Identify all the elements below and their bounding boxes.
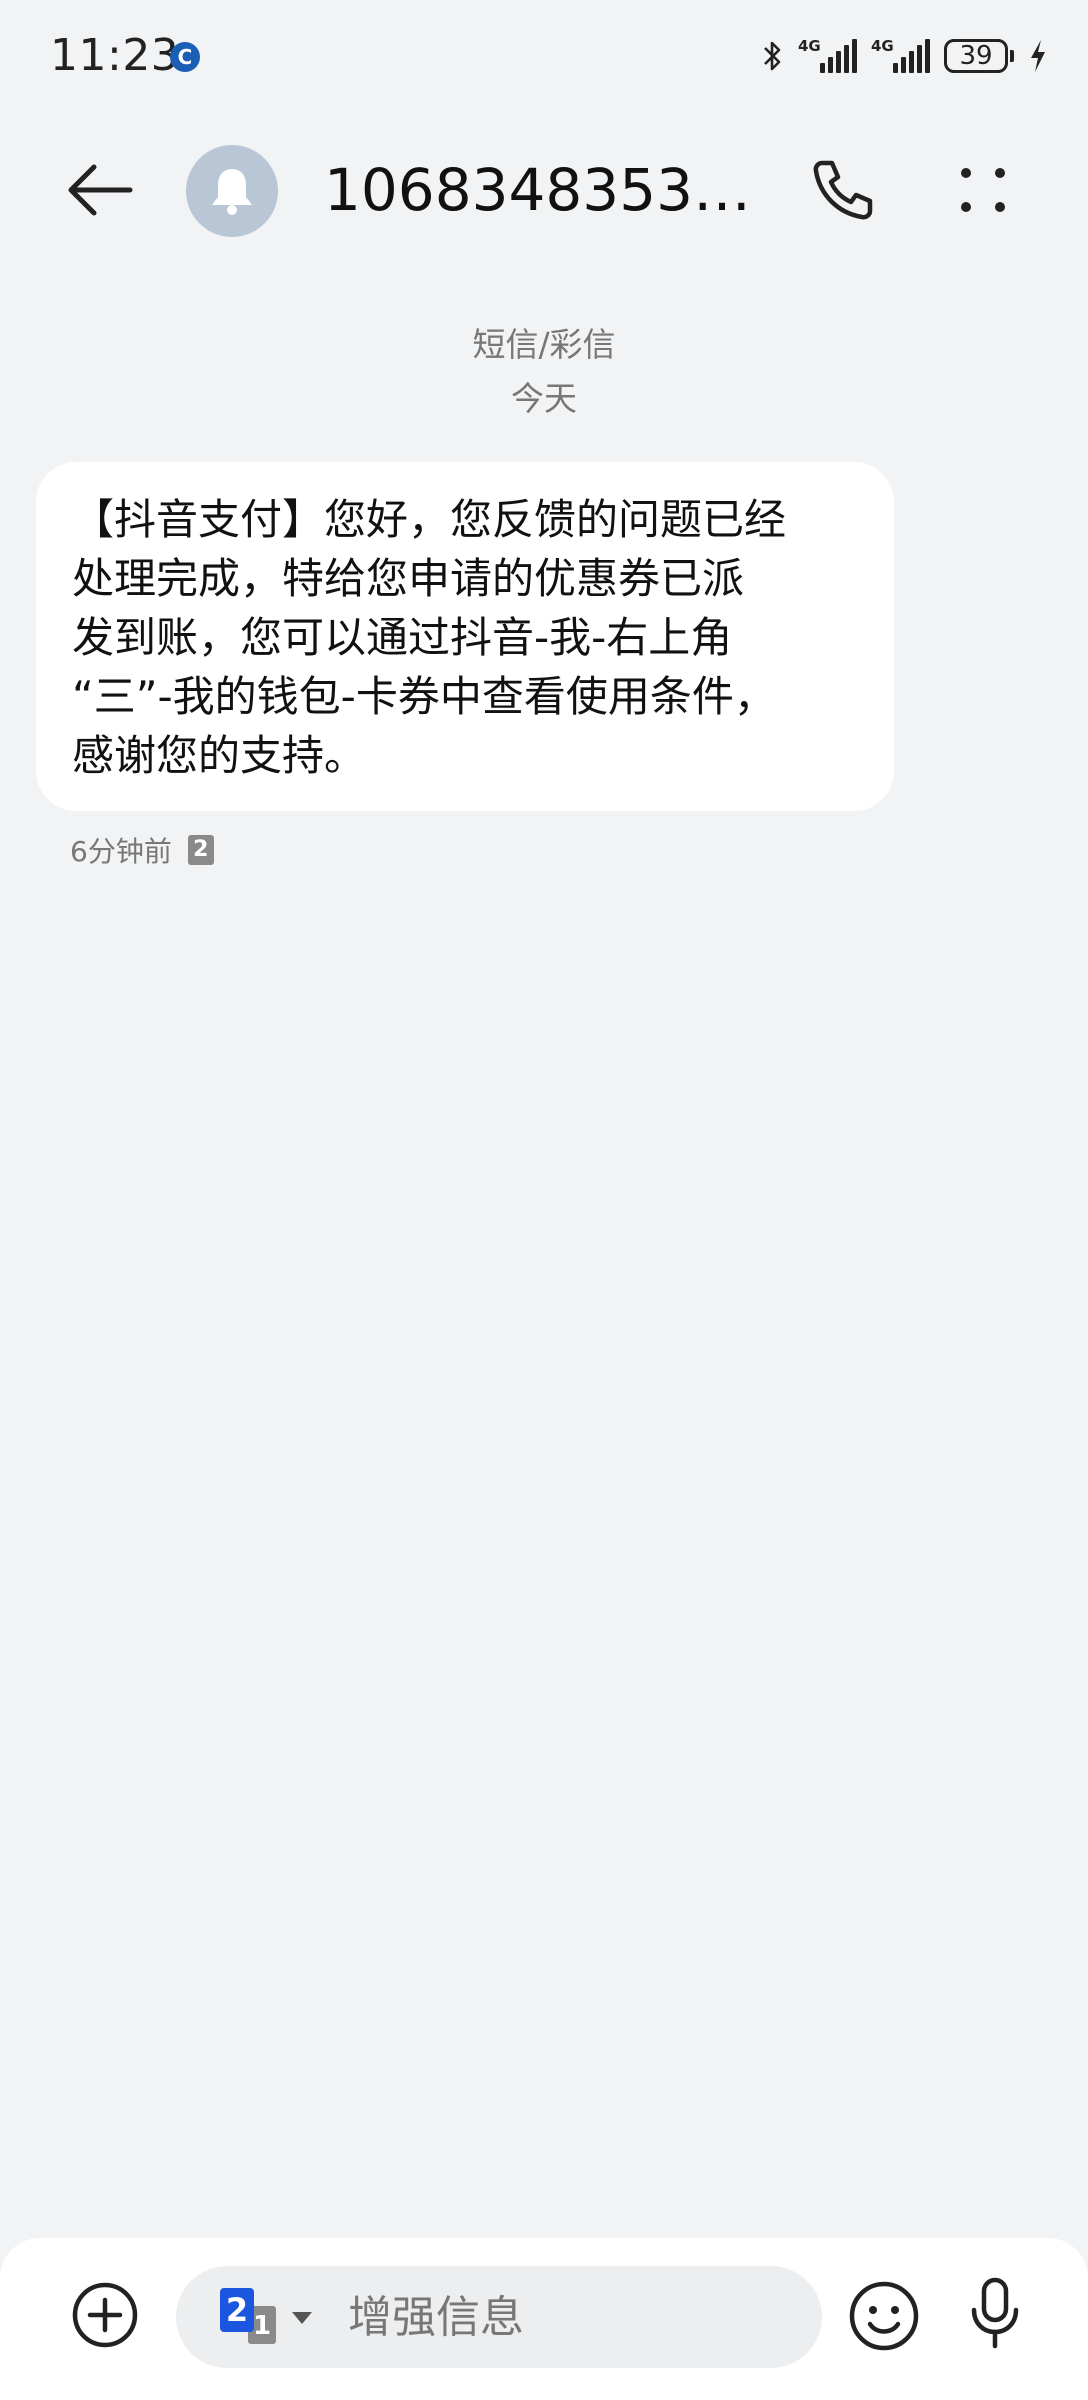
network-type-label: 4G (871, 37, 894, 55)
message-text-line: 发到账，您可以通过抖音-我-右上角 (72, 613, 733, 662)
charging-icon (1031, 40, 1045, 72)
conversation-header: 10683483530... (0, 125, 1088, 255)
emoji-button[interactable] (846, 2278, 922, 2354)
message-input[interactable] (348, 2282, 788, 2352)
sim-selected-badge: 2 (220, 2288, 254, 2332)
chevron-down-icon (292, 2312, 312, 2324)
message-bubble[interactable]: 【抖音支付】您好，您反馈的问题已经 处理完成，特给您申请的优惠券已派 发到账，您… (36, 462, 894, 811)
sim-badge: 2 (187, 835, 214, 865)
status-icons: 4G 4G 39 (762, 34, 1048, 78)
phone-icon (813, 160, 873, 220)
contact-title[interactable]: 10683483530... (324, 155, 754, 225)
battery-level: 39 (944, 39, 1008, 73)
sim-select-button[interactable]: 1 2 (220, 2288, 320, 2348)
voice-input-button[interactable] (960, 2274, 1030, 2354)
microphone-icon (971, 2277, 1019, 2349)
emoji-icon (849, 2281, 919, 2351)
message-input-container: 1 2 (176, 2266, 822, 2368)
add-icon (72, 2282, 138, 2348)
battery-icon: 39 (944, 39, 1014, 73)
more-options-button[interactable] (948, 155, 1018, 225)
status-time: 11:23 (50, 30, 180, 81)
message-composer: 1 2 (0, 2238, 1088, 2400)
message-meta: 6分钟前 2 (70, 830, 214, 870)
add-attachment-button[interactable] (70, 2280, 140, 2350)
bell-icon (212, 169, 252, 215)
bluetooth-icon (764, 41, 781, 71)
app-notification-icon: C (170, 42, 200, 72)
message-text-line: 【抖音支付】您好，您反馈的问题已经 (72, 495, 787, 544)
signal-icon: 4G (798, 37, 857, 73)
more-dots-icon (961, 168, 1005, 212)
contact-avatar[interactable] (186, 145, 278, 237)
status-bar: 11:23 C 4G 4G 39 (0, 0, 1088, 110)
network-type-label: 4G (798, 37, 821, 55)
message-text-line: 处理完成，特给您申请的优惠券已派 (72, 554, 745, 603)
date-label: 今天 (511, 379, 577, 418)
message-text-line: 感谢您的支持。 (72, 731, 367, 780)
signal-icon: 4G (871, 37, 930, 73)
call-button[interactable] (808, 155, 878, 225)
message-text-line: “三”-我的钱包-卡券中查看使用条件， (72, 672, 776, 721)
message-time: 6分钟前 (70, 835, 172, 868)
back-button[interactable] (60, 155, 140, 225)
message-type-label: 短信/彩信 (472, 325, 616, 364)
back-arrow-icon (68, 164, 133, 216)
